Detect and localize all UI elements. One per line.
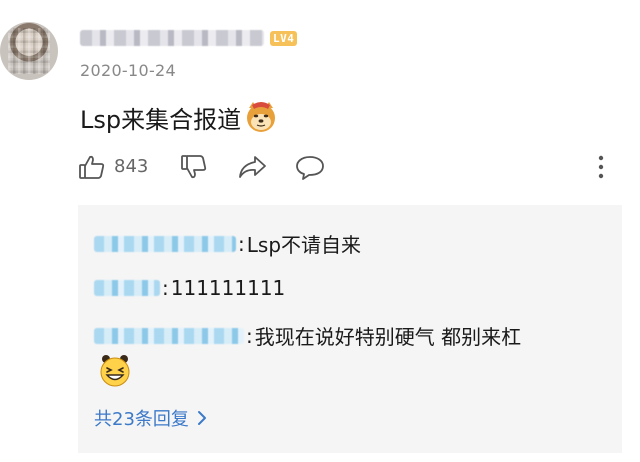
reply-text: 我现在说好特别硬气 都别来杠	[254, 325, 522, 349]
doge-emoji	[247, 102, 275, 132]
comment-text: Lsp来集合报道	[80, 106, 242, 134]
reply-item[interactable]: : 111111111	[94, 276, 285, 300]
reply-username-blurred[interactable]	[94, 327, 244, 344]
view-all-replies-link[interactable]: 共23条回复	[94, 405, 207, 431]
reply-text: Lsp不请自来	[246, 233, 362, 257]
like-count: 843	[114, 156, 149, 177]
thumbs-up-icon[interactable]	[78, 153, 106, 181]
chevron-right-icon	[197, 411, 206, 425]
username-blurred[interactable]	[80, 30, 264, 46]
reply-icon[interactable]	[295, 153, 325, 181]
view-all-label: 共23条回复	[94, 409, 189, 430]
reply-item[interactable]: : 我现在说好特别硬气 都别来杠	[94, 321, 521, 350]
share-icon[interactable]	[237, 153, 267, 181]
reply-text: 111111111	[170, 276, 286, 300]
comment-date: 2020-10-24	[80, 61, 176, 80]
thumbs-down-icon[interactable]	[180, 153, 208, 181]
more-icon[interactable]	[594, 154, 608, 180]
reply-separator: :	[246, 323, 253, 348]
replies-panel: : Lsp不请自来 : 111111111 : 我现在说好特别硬气 都别来杠 共…	[78, 205, 622, 453]
avatar[interactable]	[0, 22, 58, 80]
reply-separator: :	[238, 231, 245, 256]
reply-item[interactable]: : Lsp不请自来	[94, 229, 361, 258]
grin-emoji	[100, 355, 130, 387]
reply-username-blurred[interactable]	[94, 280, 160, 296]
level-badge: LV4	[270, 31, 298, 46]
reply-separator: :	[162, 276, 169, 300]
reply-username-blurred[interactable]	[94, 235, 236, 252]
